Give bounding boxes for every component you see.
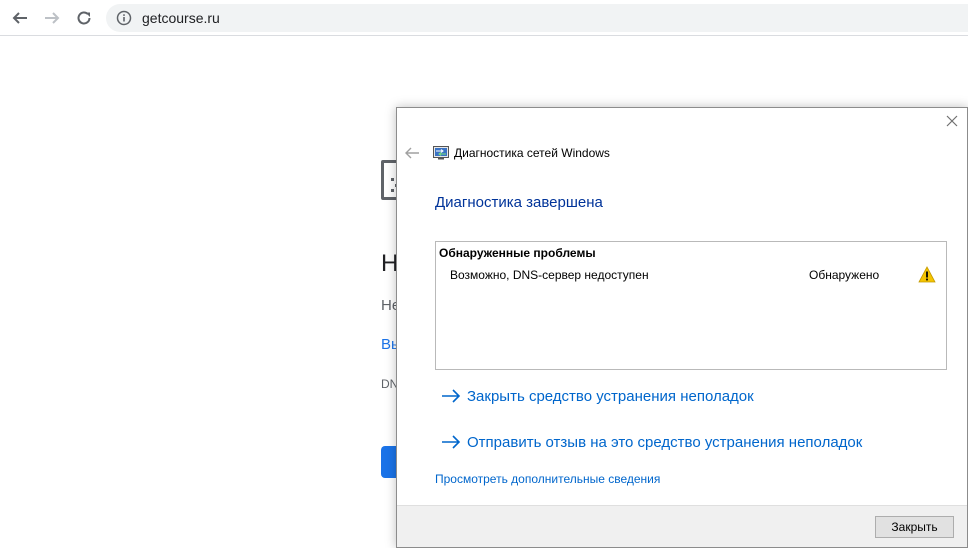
problems-title: Обнаруженные проблемы: [439, 246, 596, 260]
network-diagnostics-app-icon: [433, 146, 449, 160]
problem-text: Возможно, DNS-сервер недоступен: [450, 268, 649, 282]
close-button[interactable]: Закрыть: [875, 516, 954, 538]
arrow-right-icon: [442, 435, 461, 449]
send-feedback-link[interactable]: Отправить отзыв на это средство устранен…: [441, 431, 862, 453]
view-details-link[interactable]: Просмотреть дополнительные сведения: [435, 472, 660, 486]
close-troubleshooter-label: Закрыть средство устранения неполадок: [467, 387, 754, 405]
dialog-footer: Закрыть: [397, 505, 967, 547]
network-diagnostics-dialog: Диагностика сетей Windows Диагностика за…: [396, 107, 968, 548]
arrow-right-icon: [45, 12, 60, 24]
browser-toolbar: getcourse.ru: [0, 0, 968, 36]
warning-icon: [918, 266, 936, 283]
arrow-right-icon: [442, 389, 461, 403]
dialog-app-title: Диагностика сетей Windows: [454, 146, 610, 160]
arrow-left-icon: [12, 12, 27, 24]
problem-row[interactable]: Возможно, DNS-сервер недоступен Обнаруже…: [436, 266, 946, 286]
problem-status: Обнаружено: [809, 268, 880, 282]
forward-button[interactable]: [39, 6, 65, 30]
url-text: getcourse.ru: [142, 10, 220, 26]
dialog-back-icon[interactable]: [404, 146, 420, 160]
send-feedback-label: Отправить отзыв на это средство устранен…: [467, 433, 863, 451]
address-bar[interactable]: getcourse.ru: [106, 4, 968, 32]
reload-button[interactable]: [71, 6, 97, 30]
back-button[interactable]: [7, 6, 33, 30]
problems-list: Обнаруженные проблемы Возможно, DNS-серв…: [435, 241, 947, 370]
close-icon[interactable]: [945, 114, 959, 128]
reload-icon: [77, 11, 91, 25]
info-icon[interactable]: [116, 10, 132, 26]
close-troubleshooter-link[interactable]: Закрыть средство устранения неполадок: [441, 385, 754, 407]
dialog-heading: Диагностика завершена: [435, 194, 603, 211]
